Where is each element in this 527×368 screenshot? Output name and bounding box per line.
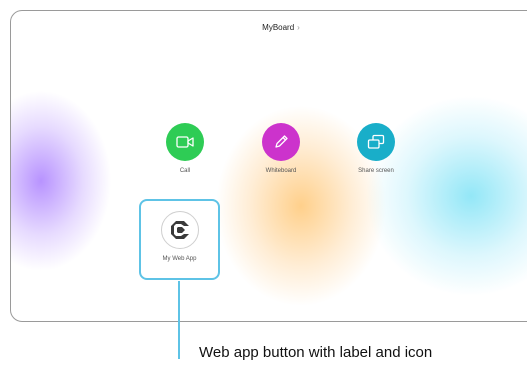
pencil-icon [275, 135, 288, 148]
device-name-header[interactable]: MyBoard › [11, 23, 527, 32]
background-glow-purple [11, 91, 111, 271]
share-screen-button[interactable]: Share screen [344, 123, 408, 174]
share-screen-circle [357, 123, 395, 161]
callout-caption: Web app button with label and icon [199, 344, 433, 361]
camera-icon [176, 136, 194, 148]
whiteboard-label: Whiteboard [265, 168, 297, 174]
touch-panel-screen: MyBoard › Call Whiteboard Share screen M… [10, 10, 527, 322]
whiteboard-button[interactable]: Whiteboard [249, 123, 313, 174]
chevron-right-icon: › [297, 23, 300, 32]
web-app-logo-icon [170, 221, 189, 239]
web-app-button[interactable]: My Web App [139, 199, 220, 280]
web-app-label: My Web App [162, 256, 197, 262]
whiteboard-circle [262, 123, 300, 161]
call-label: Call [179, 168, 191, 174]
call-circle [166, 123, 204, 161]
share-screen-label: Share screen [358, 168, 394, 174]
call-button[interactable]: Call [153, 123, 217, 174]
device-name: MyBoard [262, 23, 295, 32]
share-screen-icon [367, 134, 385, 149]
web-app-icon-circle [160, 211, 199, 249]
callout-leader-line [178, 281, 180, 359]
